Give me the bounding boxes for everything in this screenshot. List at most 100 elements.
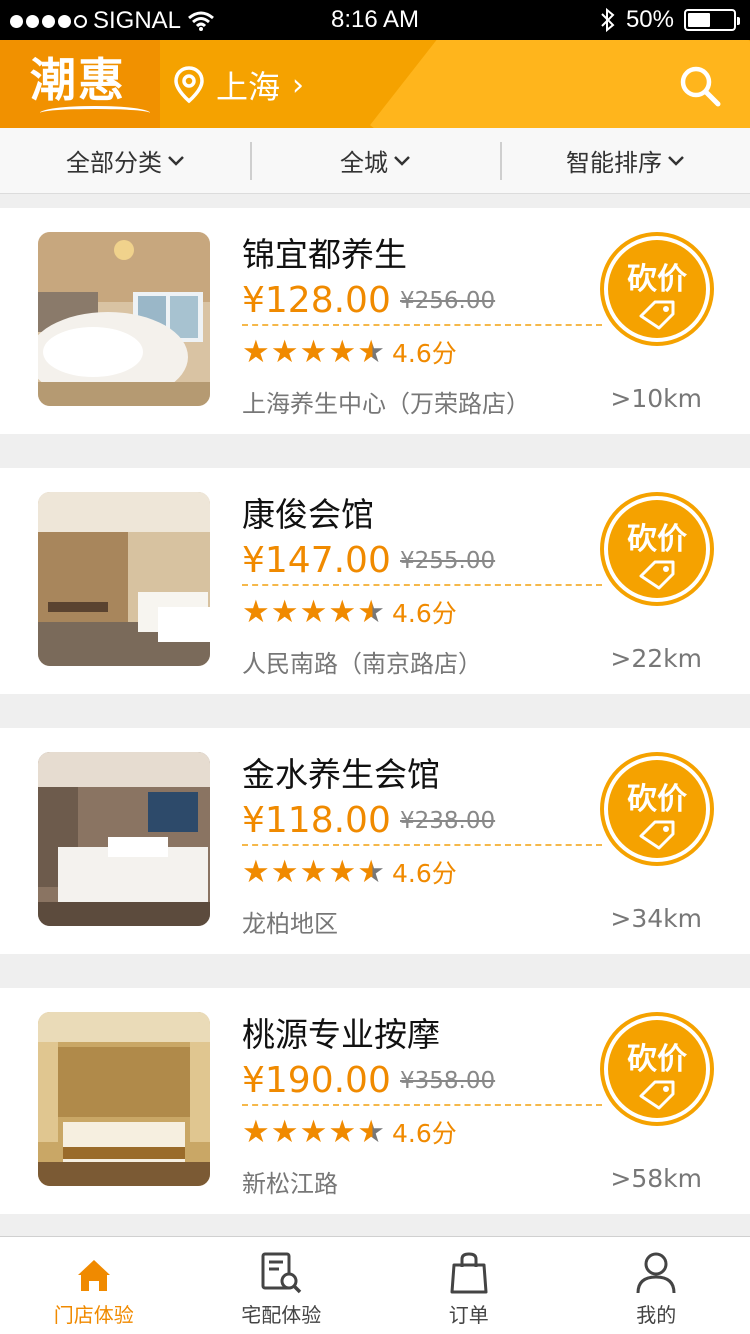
home-icon <box>77 1260 110 1291</box>
store-original-price: ¥238.00 <box>400 808 496 834</box>
half-star-icon: ★ <box>357 1113 385 1150</box>
divider <box>242 324 602 326</box>
divider <box>242 844 602 846</box>
star-icon: ★ <box>328 333 357 370</box>
store-address: 新松江路 <box>242 1170 338 1198</box>
search-icon[interactable] <box>678 64 722 108</box>
star-icon: ★ <box>299 1113 328 1150</box>
bargain-label: 砍价 <box>627 262 687 297</box>
battery-icon <box>684 9 740 31</box>
store-card[interactable]: 桃源专业按摩 ¥190.00 ¥358.00 ★ ★ ★ ★ ★ 4.6分 新松… <box>0 988 750 1214</box>
star-icon: ★ <box>242 1113 270 1150</box>
tab-label: 订单 <box>448 1303 489 1327</box>
store-photo <box>38 1012 210 1186</box>
store-photo <box>38 492 210 666</box>
tab-profile[interactable]: 我的 <box>563 1237 750 1334</box>
bargain-button[interactable]: 砍价 <box>600 1012 714 1126</box>
bargain-button[interactable]: 砍价 <box>600 752 714 866</box>
battery-level <box>688 13 710 27</box>
rating: ★ ★ ★ ★ ★ 4.6分 <box>242 334 457 370</box>
tab-store-experience[interactable]: 门店体验 <box>0 1237 188 1334</box>
store-price: ¥147.00 <box>242 540 391 581</box>
store-price: ¥118.00 <box>242 800 391 841</box>
store-card[interactable]: 锦宜都养生 ¥128.00 ¥256.00 ★ ★ ★ ★ ★ 4.6分 上海养… <box>0 208 750 434</box>
top-header: 潮惠 上海 › <box>0 40 750 128</box>
star-icon: ★ <box>328 853 357 890</box>
tab-orders[interactable]: 订单 <box>375 1237 563 1334</box>
store-photo <box>38 232 210 406</box>
store-address: 人民南路（南京路店） <box>242 650 482 678</box>
half-star-icon: ★ <box>357 593 385 630</box>
star-icon: ★ <box>299 853 328 890</box>
bottom-tab-bar: 门店体验 宅配体验 订单 我的 <box>0 1236 750 1334</box>
app-logo: 潮惠 <box>30 53 126 107</box>
bargain-label: 砍价 <box>627 782 687 817</box>
star-icon: ★ <box>270 1113 299 1150</box>
filter-category[interactable]: 全部分类 <box>0 128 250 193</box>
star-icon: ★ <box>270 333 299 370</box>
chevron-down-icon <box>668 155 684 166</box>
store-distance: >22km <box>610 644 702 673</box>
rating: ★ ★ ★ ★ ★ 4.6分 <box>242 1114 457 1150</box>
store-card[interactable]: 康俊会馆 ¥147.00 ¥255.00 ★ ★ ★ ★ ★ 4.6分 人民南路… <box>0 468 750 694</box>
star-icon: ★ <box>242 853 270 890</box>
tab-label: 宅配体验 <box>241 1303 322 1327</box>
star-icon: ★ <box>299 593 328 630</box>
tab-label: 我的 <box>636 1303 677 1327</box>
chevron-right-icon: › <box>292 67 305 103</box>
store-distance: >10km <box>610 384 702 413</box>
rating-score: 4.6分 <box>391 339 457 368</box>
store-original-price: ¥255.00 <box>400 548 496 574</box>
store-distance: >34km <box>610 904 702 933</box>
store-name: 金水养生会馆 <box>242 755 440 794</box>
rating: ★ ★ ★ ★ ★ 4.6分 <box>242 854 457 890</box>
logo-swoosh <box>40 106 150 120</box>
document-search-icon <box>261 1252 302 1294</box>
star-icon: ★ <box>270 593 299 630</box>
filter-sort[interactable]: 智能排序 <box>500 128 750 193</box>
star-icon: ★ <box>328 593 357 630</box>
half-star-icon: ★ <box>357 853 385 890</box>
star-icon: ★ <box>242 593 270 630</box>
half-star-icon: ★ <box>357 333 385 370</box>
store-photo <box>38 752 210 926</box>
store-original-price: ¥358.00 <box>400 1068 496 1094</box>
tab-delivery-experience[interactable]: 宅配体验 <box>188 1237 376 1334</box>
price-tag-icon <box>639 560 675 590</box>
shopping-bag-icon <box>450 1252 488 1294</box>
store-name: 康俊会馆 <box>242 495 374 534</box>
store-address: 上海养生中心（万荣路店） <box>242 390 530 418</box>
star-icon: ★ <box>328 1113 357 1150</box>
divider <box>242 584 602 586</box>
tab-label: 门店体验 <box>53 1303 134 1327</box>
price-tag-icon <box>639 820 675 850</box>
divider <box>242 1104 602 1106</box>
chevron-down-icon <box>394 155 410 166</box>
store-distance: >58km <box>610 1164 702 1193</box>
battery-area: 50% <box>600 6 740 34</box>
filter-area[interactable]: 全城 <box>250 128 500 193</box>
city-name: 上海 <box>216 68 281 106</box>
price-tag-icon <box>639 300 675 330</box>
filter-label: 全城 <box>340 149 388 177</box>
bargain-button[interactable]: 砍价 <box>600 232 714 346</box>
status-bar: SIGNAL 8:16 AM 50% <box>0 0 750 40</box>
user-icon <box>636 1252 676 1294</box>
rating-score: 4.6分 <box>391 1119 457 1148</box>
star-icon: ★ <box>242 333 270 370</box>
filter-label: 智能排序 <box>566 149 662 177</box>
store-price: ¥128.00 <box>242 280 391 321</box>
store-name: 锦宜都养生 <box>242 235 407 274</box>
filter-bar: 全部分类 全城 智能排序 <box>0 128 750 194</box>
bargain-button[interactable]: 砍价 <box>600 492 714 606</box>
star-icon: ★ <box>299 333 328 370</box>
city-selector[interactable]: 上海 › <box>174 62 304 108</box>
store-card[interactable]: 金水养生会馆 ¥118.00 ¥238.00 ★ ★ ★ ★ ★ 4.6分 龙柏… <box>0 728 750 954</box>
star-icon: ★ <box>270 853 299 890</box>
store-price: ¥190.00 <box>242 1060 391 1101</box>
bargain-label: 砍价 <box>627 522 687 557</box>
chevron-down-icon <box>168 155 184 166</box>
store-address: 龙柏地区 <box>242 910 338 938</box>
battery-percent: 50% <box>625 6 674 33</box>
bargain-label: 砍价 <box>627 1042 687 1077</box>
